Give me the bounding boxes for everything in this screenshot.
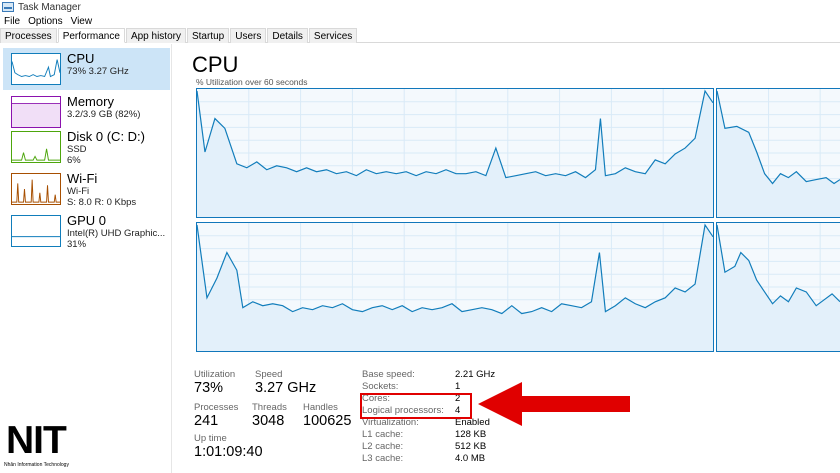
speed-stat: Speed 3.27 GHz bbox=[255, 369, 316, 397]
cpu-core-graph bbox=[196, 222, 714, 352]
window-title: Task Manager bbox=[18, 1, 81, 13]
spec-key: Base speed: bbox=[362, 369, 415, 380]
speed-value: 3.27 GHz bbox=[255, 380, 317, 396]
red-arrow-icon bbox=[478, 382, 630, 426]
spec-row: Base speed: 2.21 GHz bbox=[362, 369, 522, 381]
processes-stat: Processes 241 bbox=[194, 402, 238, 430]
cpu-core-graph bbox=[716, 88, 840, 218]
sidebar-disk-name: Disk 0 (C: D:) bbox=[67, 129, 145, 144]
handles-stat: Handles 100625 bbox=[303, 402, 351, 430]
spec-value: 128 KB bbox=[455, 429, 487, 440]
sidebar-wifi-line2: S: 8.0 R: 0 Kbps bbox=[67, 197, 137, 208]
uptime-value: 1:01:09:40 bbox=[194, 444, 263, 460]
disk-thumbnail-graph bbox=[11, 131, 61, 163]
sidebar-memory-name: Memory bbox=[67, 94, 114, 109]
processes-value: 241 bbox=[194, 413, 219, 429]
tab-startup[interactable]: Startup bbox=[186, 28, 230, 43]
cores-highlight-box bbox=[360, 393, 472, 419]
sidebar-item-wifi[interactable]: Wi-Fi Wi-Fi S: 8.0 R: 0 Kbps bbox=[3, 168, 170, 210]
page-title: CPU bbox=[192, 52, 239, 77]
spec-row: L2 cache: 512 KB bbox=[362, 441, 522, 453]
threads-stat: Threads 3048 bbox=[252, 402, 287, 430]
sidebar-gpu-line2: 31% bbox=[67, 239, 87, 250]
cpu-core-graph bbox=[716, 222, 840, 352]
memory-thumbnail-graph bbox=[11, 96, 61, 128]
sidebar-gpu-line1: Intel(R) UHD Graphic... bbox=[67, 228, 166, 239]
menu-file[interactable]: File bbox=[0, 16, 24, 27]
tab-processes[interactable]: Processes bbox=[0, 28, 57, 43]
gpu-thumbnail-graph bbox=[11, 215, 61, 247]
sidebar-item-gpu[interactable]: GPU 0 Intel(R) UHD Graphic... 31% bbox=[3, 210, 170, 252]
graph-label: % Utilization over 60 seconds bbox=[196, 77, 308, 87]
sidebar-item-cpu[interactable]: CPU 73% 3.27 GHz bbox=[3, 48, 170, 90]
sidebar-disk-line2: 6% bbox=[67, 155, 81, 166]
threads-label: Threads bbox=[252, 402, 287, 413]
sidebar-wifi-line1: Wi-Fi bbox=[67, 186, 90, 197]
menu-view[interactable]: View bbox=[67, 16, 97, 27]
spec-key: L2 cache: bbox=[362, 441, 404, 452]
processes-label: Processes bbox=[194, 402, 239, 413]
speed-label: Speed bbox=[255, 369, 283, 380]
tab-bar: Processes Performance App history Startu… bbox=[0, 28, 840, 43]
spec-value: 4.0 MB bbox=[455, 453, 486, 464]
threads-value: 3048 bbox=[252, 413, 285, 429]
spec-row: L1 cache: 128 KB bbox=[362, 429, 522, 441]
logo-text: NIT bbox=[6, 419, 67, 462]
tab-users[interactable]: Users bbox=[230, 28, 267, 43]
sidebar-wifi-name: Wi-Fi bbox=[67, 171, 98, 186]
spec-key: L1 cache: bbox=[362, 429, 404, 440]
sidebar-memory-line1: 3.2/3.9 GB (82%) bbox=[67, 109, 141, 120]
sidebar-cpu-name: CPU bbox=[67, 51, 95, 66]
sidebar-gpu-name: GPU 0 bbox=[67, 213, 107, 228]
menu-options[interactable]: Options bbox=[24, 16, 66, 27]
handles-label: Handles bbox=[303, 402, 338, 413]
nit-logo: NIT Nhân Information Technology bbox=[0, 421, 96, 471]
cpu-thumbnail-graph bbox=[11, 53, 61, 85]
sidebar-item-disk[interactable]: Disk 0 (C: D:) SSD 6% bbox=[3, 126, 170, 168]
spec-value: 1 bbox=[455, 381, 461, 392]
menu-bar: File Options View bbox=[0, 14, 840, 28]
logo-subtitle: Nhân Information Technology bbox=[4, 462, 69, 468]
wifi-thumbnail-graph bbox=[11, 173, 61, 205]
cpu-core-graph bbox=[196, 88, 714, 218]
spec-key: L3 cache: bbox=[362, 453, 404, 464]
task-manager-icon bbox=[2, 2, 14, 12]
spec-value: 512 KB bbox=[455, 441, 487, 452]
spec-row: L3 cache: 4.0 MB bbox=[362, 453, 522, 465]
utilization-stat: Utilization 73% bbox=[194, 369, 235, 397]
tab-app-history[interactable]: App history bbox=[125, 28, 186, 43]
utilization-value: 73% bbox=[194, 380, 224, 396]
utilization-label: Utilization bbox=[194, 369, 236, 380]
spec-key: Sockets: bbox=[362, 381, 399, 392]
tab-details[interactable]: Details bbox=[267, 28, 308, 43]
uptime-stat: Up time 1:01:09:40 bbox=[194, 433, 263, 461]
tab-services[interactable]: Services bbox=[308, 28, 358, 43]
sidebar-cpu-line1: 73% 3.27 GHz bbox=[67, 66, 129, 77]
sidebar-disk-line1: SSD bbox=[67, 144, 87, 155]
spec-value: 2.21 GHz bbox=[455, 369, 496, 380]
handles-value: 100625 bbox=[303, 413, 352, 429]
title-bar: Task Manager bbox=[0, 0, 840, 14]
tab-performance[interactable]: Performance bbox=[57, 28, 125, 43]
uptime-label: Up time bbox=[194, 433, 227, 444]
performance-sidebar: CPU 73% 3.27 GHz Memory 3.2/3.9 GB (82%)… bbox=[0, 44, 172, 473]
